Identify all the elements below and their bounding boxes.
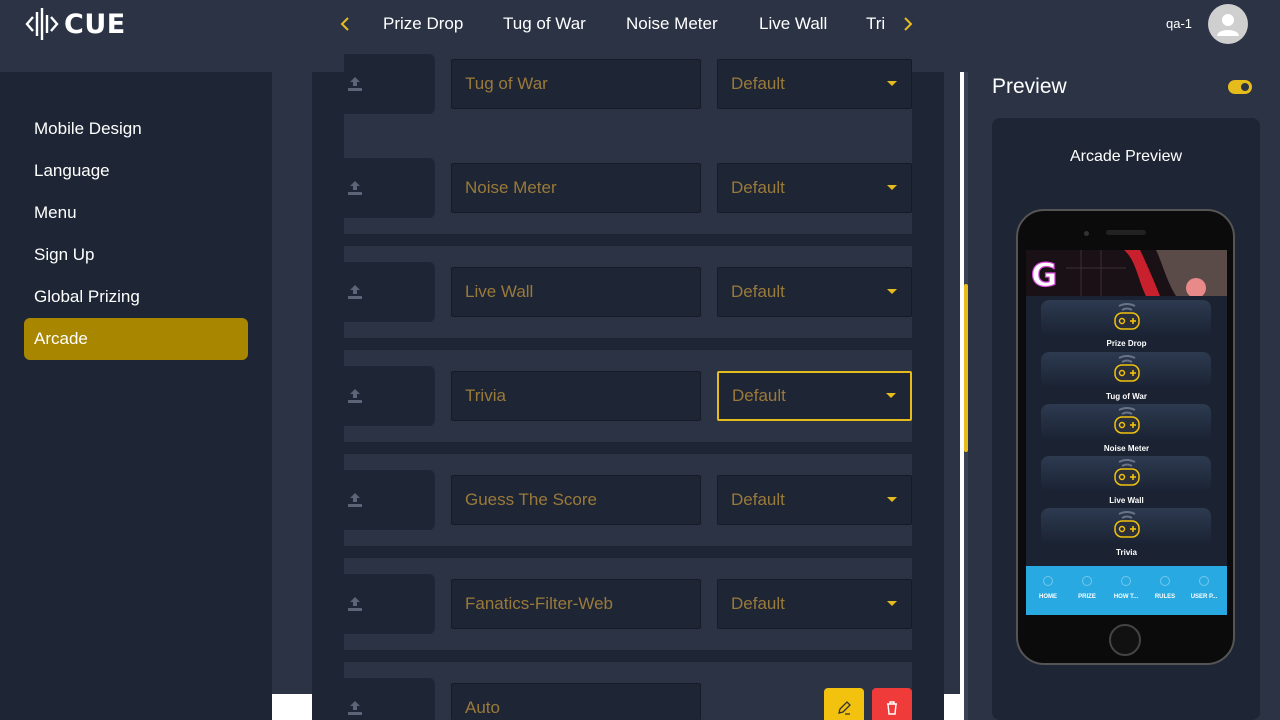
game-name-field[interactable]: Tug of War <box>451 59 701 109</box>
user-icon <box>1217 14 1239 36</box>
home-icon <box>1043 576 1053 586</box>
edit-button[interactable] <box>824 688 864 720</box>
game-label: Prize Drop <box>1106 339 1147 348</box>
game-name-field[interactable]: Auto <box>451 683 701 720</box>
gamepad-icon <box>1114 511 1140 538</box>
caret-down-icon <box>887 81 897 86</box>
tab-trivia[interactable]: Tri <box>866 14 884 34</box>
sidebar-item-language[interactable]: Language <box>24 150 248 192</box>
toggle-knob <box>1241 83 1249 91</box>
prize-icon <box>1082 576 1092 586</box>
caret-down-icon <box>887 601 897 606</box>
logo-text: CUE <box>64 8 126 40</box>
preview-bottom-nav: HOME PRIZE HOW T... RULES USER P... <box>1026 566 1227 615</box>
banner-art: G <box>1026 250 1227 296</box>
sidebar-item-arcade[interactable]: Arcade <box>24 318 248 360</box>
game-label: Live Wall <box>1109 496 1144 505</box>
bottom-nav-label: HOW T... <box>1113 594 1139 600</box>
bottom-nav-label: USER P... <box>1190 594 1218 600</box>
bottom-nav-label: RULES <box>1154 594 1176 600</box>
bottom-nav-label: PRIZE <box>1078 594 1096 600</box>
sidebar-item-sign-up[interactable]: Sign Up <box>24 234 248 276</box>
gamepad-icon <box>1114 459 1140 486</box>
tab-live-wall[interactable]: Live Wall <box>759 14 827 34</box>
caret-down-icon <box>886 393 896 398</box>
pencil-icon <box>838 701 851 715</box>
game-name-field[interactable]: Trivia <box>451 371 701 421</box>
banner-letter: G <box>1031 256 1057 294</box>
bottom-nav-home[interactable]: HOME <box>1028 566 1068 615</box>
bottom-nav-label: HOME <box>1039 594 1057 600</box>
trash-icon <box>887 701 897 715</box>
bottom-nav-user-profile[interactable]: USER P... <box>1184 566 1224 615</box>
gamepad-icon <box>1114 303 1140 330</box>
tab-prize-drop[interactable]: Prize Drop <box>383 14 463 34</box>
sidebar-item-global-prizing[interactable]: Global Prizing <box>24 276 248 318</box>
game-type-select[interactable]: Default <box>717 475 912 525</box>
upload-icon <box>348 493 362 507</box>
preview-title: Preview <box>992 75 1067 98</box>
caret-down-icon <box>887 289 897 294</box>
select-value: Default <box>731 490 785 509</box>
preview-toggle[interactable] <box>1228 80 1252 94</box>
bottom-nav-rules[interactable]: RULES <box>1145 566 1185 615</box>
delete-button[interactable] <box>872 688 912 720</box>
upload-icon <box>348 285 362 299</box>
phone-home-button <box>1109 624 1141 656</box>
game-name-field[interactable]: Fanatics-Filter-Web <box>451 579 701 629</box>
phone-camera <box>1084 231 1089 236</box>
cue-logo[interactable]: CUE <box>24 6 126 42</box>
game-type-select[interactable]: Default <box>717 579 912 629</box>
upload-icon <box>348 77 362 91</box>
gamepad-icon <box>1114 355 1140 382</box>
rules-icon <box>1160 576 1170 586</box>
chevron-right-icon <box>904 17 913 31</box>
upload-icon <box>348 701 362 715</box>
game-type-select[interactable]: Default <box>717 59 912 109</box>
select-value: Default <box>731 178 785 197</box>
select-value: Default <box>731 594 785 613</box>
nav-prev-arrow[interactable] <box>333 12 357 36</box>
phone-screen: G Prize Drop Tug of War Noise Meter Live… <box>1026 250 1227 615</box>
game-label: Tug of War <box>1106 392 1147 401</box>
caret-down-icon <box>887 497 897 502</box>
select-value: Default <box>731 282 785 301</box>
upload-icon <box>348 181 362 195</box>
tab-tug-of-war[interactable]: Tug of War <box>503 14 586 34</box>
nav-next-arrow[interactable] <box>896 12 920 36</box>
gamepad-icon <box>1114 407 1140 434</box>
sidebar-item-mobile-design[interactable]: Mobile Design <box>24 108 248 150</box>
waveform-icon <box>25 8 59 40</box>
game-type-select[interactable]: Default <box>717 371 912 421</box>
banner-image: G <box>1026 250 1227 296</box>
upload-icon <box>348 389 362 403</box>
caret-down-icon <box>887 185 897 190</box>
game-name-field[interactable]: Noise Meter <box>451 163 701 213</box>
tab-noise-meter[interactable]: Noise Meter <box>626 14 718 34</box>
select-value: Default <box>731 74 785 93</box>
phone-speaker <box>1106 230 1146 235</box>
game-name-field[interactable]: Guess The Score <box>451 475 701 525</box>
preview-card-title: Arcade Preview <box>1069 148 1183 165</box>
user-name[interactable]: qa-1 <box>1166 16 1192 31</box>
bottom-nav-prize[interactable]: PRIZE <box>1067 566 1107 615</box>
user-icon <box>1199 576 1209 586</box>
game-name-field[interactable]: Live Wall <box>451 267 701 317</box>
game-tabs: Prize Drop Tug of War Noise Meter Live W… <box>362 0 884 48</box>
game-type-select[interactable]: Default <box>717 163 912 213</box>
upload-icon <box>348 597 362 611</box>
select-value: Default <box>732 386 786 405</box>
game-label: Noise Meter <box>1103 444 1150 453</box>
game-label: Trivia <box>1116 548 1137 557</box>
chevron-left-icon <box>340 17 349 31</box>
help-icon <box>1121 576 1131 586</box>
bottom-nav-how-to[interactable]: HOW T... <box>1106 566 1146 615</box>
game-type-select[interactable]: Default <box>717 267 912 317</box>
sidebar-item-menu[interactable]: Menu <box>24 192 248 234</box>
avatar[interactable] <box>1208 4 1248 44</box>
